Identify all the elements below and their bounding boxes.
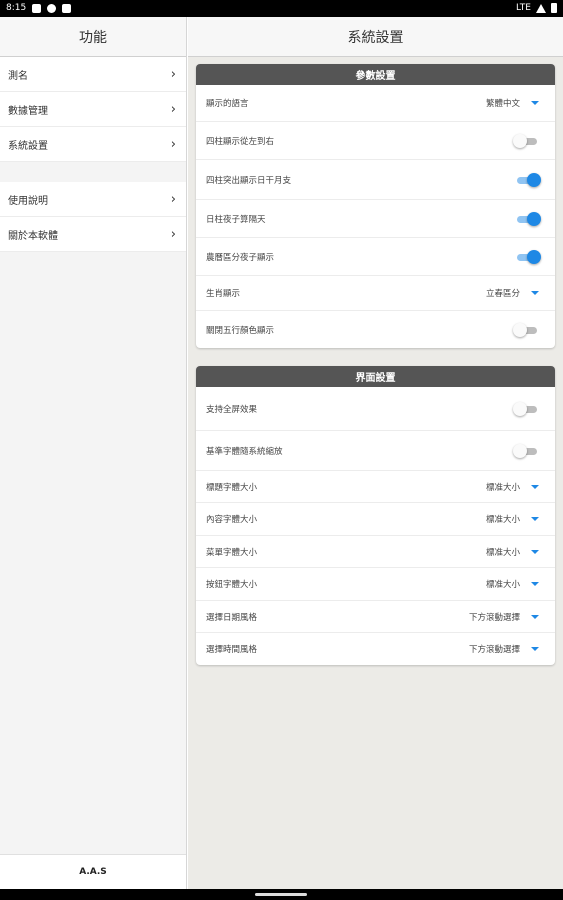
menu-divider	[0, 162, 186, 182]
menu-item-label: 系統設置	[8, 140, 48, 152]
dropdown-value: 標准大小	[485, 547, 520, 558]
ui-settings-title: 界面設置	[196, 366, 555, 387]
chevron-right-icon: ›	[170, 66, 176, 82]
chevron-right-icon: ›	[170, 136, 176, 152]
status-time: 8:15	[6, 3, 27, 13]
dropdown-value: 立春區分	[485, 289, 520, 299]
pillars-left-to-right-toggle[interactable]	[513, 133, 539, 148]
title-font-size-dropdown[interactable]: 標准大小	[486, 481, 539, 493]
content-font-size-dropdown[interactable]: 標准大小	[486, 513, 539, 525]
setting-row-disable-five-elements-color: 關閉五行顏色顯示	[196, 311, 555, 348]
setting-label: 四柱突出顯示日干月支	[206, 175, 292, 186]
app-footer-label: A.A.S	[0, 854, 186, 889]
language-dropdown[interactable]: 繁體中文	[486, 97, 539, 109]
ui-settings-card: 界面設置 支持全屏效果 基準字體隨系統縮放 標題字體大小 標准大小 內容字體大小…	[196, 366, 555, 665]
button-font-size-dropdown[interactable]: 標准大小	[486, 578, 539, 590]
setting-label: 基準字體隨系統縮放	[206, 446, 283, 457]
dropdown-caret-icon	[531, 101, 539, 105]
setting-label: 選擇時間風格	[206, 645, 258, 655]
menu-item-label: 測名	[8, 70, 28, 82]
dropdown-value: 繁體中文	[485, 99, 520, 109]
setting-row-display-language[interactable]: 顯示的語言 繁體中文	[196, 85, 555, 122]
zodiac-dropdown[interactable]: 立春區分	[486, 287, 539, 299]
setting-row-zodiac-display[interactable]: 生肖顯示 立春區分	[196, 276, 555, 311]
setting-row-fullscreen: 支持全屏效果	[196, 387, 555, 431]
setting-label: 日柱夜子算隔天	[206, 214, 266, 225]
lunar-night-zi-toggle[interactable]	[515, 249, 541, 264]
system-settings-pane: 系統設置 參數設置 顯示的語言 繁體中文 四柱顯示從左到右 四柱突出顯示日干月支…	[188, 17, 563, 889]
dropdown-caret-icon	[531, 614, 539, 619]
date-picker-style-dropdown[interactable]: 下方滾動選擇	[469, 611, 539, 623]
page-title: 系統設置	[188, 17, 563, 57]
highlight-day-month-toggle[interactable]	[515, 172, 541, 187]
menu-font-size-dropdown[interactable]: 標准大小	[486, 546, 539, 558]
menu-group-secondary: 使用說明 › 關於本軟體 ›	[0, 182, 186, 252]
menu-item-user-guide[interactable]: 使用說明 ›	[0, 182, 186, 217]
font-follow-system-toggle[interactable]	[513, 443, 539, 458]
menu-item-data-management[interactable]: 數據管理 ›	[0, 92, 186, 127]
param-settings-card: 參數設置 顯示的語言 繁體中文 四柱顯示從左到右 四柱突出顯示日干月支 日柱夜子…	[196, 64, 555, 348]
system-nav-bar	[0, 889, 563, 900]
setting-row-title-font-size[interactable]: 標題字體大小 標准大小	[196, 471, 555, 503]
function-menu-title: 功能	[0, 17, 186, 57]
dropdown-value: 標准大小	[485, 515, 520, 525]
setting-label: 農曆區分夜子顯示	[206, 252, 275, 263]
setting-label: 內容字體大小	[206, 515, 258, 525]
dropdown-value: 標准大小	[485, 580, 520, 590]
status-bar: 8:15 LTE	[0, 0, 563, 17]
menu-item-naming[interactable]: 測名 ›	[0, 57, 186, 92]
dropdown-caret-icon	[531, 549, 539, 554]
app-window: 功能 測名 › 數據管理 › 系統設置 › 使用說明 › 關於本軟體 › A.A…	[0, 17, 563, 889]
setting-label: 選擇日期風格	[206, 612, 258, 623]
setting-row-font-follow-system: 基準字體隨系統縮放	[196, 431, 555, 471]
menu-item-label: 數據管理	[8, 105, 48, 117]
setting-label: 按鈕字體大小	[206, 580, 258, 590]
time-picker-style-dropdown[interactable]: 下方滾動選擇	[469, 643, 539, 655]
dropdown-caret-icon	[531, 291, 539, 295]
setting-row-night-zi-next-day: 日柱夜子算隔天	[196, 200, 555, 238]
dropdown-caret-icon	[531, 582, 539, 586]
setting-label: 四柱顯示從左到右	[206, 136, 275, 147]
setting-label: 顯示的語言	[206, 99, 249, 109]
dropdown-value: 下方滾動選擇	[468, 612, 520, 623]
battery-icon	[551, 3, 557, 13]
chevron-right-icon: ›	[170, 191, 176, 207]
home-gesture-handle[interactable]	[255, 893, 307, 896]
chevron-right-icon: ›	[170, 226, 176, 242]
menu-group-primary: 測名 › 數據管理 › 系統設置 ›	[0, 57, 186, 162]
setting-label: 生肖顯示	[206, 289, 241, 299]
five-elements-color-toggle[interactable]	[513, 322, 539, 337]
function-menu-pane: 功能 測名 › 數據管理 › 系統設置 › 使用說明 › 關於本軟體 › A.A…	[0, 17, 187, 889]
setting-row-pillars-left-to-right: 四柱顯示從左到右	[196, 122, 555, 160]
setting-row-date-picker-style[interactable]: 選擇日期風格 下方滾動選擇	[196, 601, 555, 633]
menu-item-about[interactable]: 關於本軟體 ›	[0, 217, 186, 252]
setting-row-menu-font-size[interactable]: 菜單字體大小 標准大小	[196, 536, 555, 568]
dropdown-caret-icon	[531, 517, 539, 521]
chevron-right-icon: ›	[170, 101, 176, 117]
setting-label: 支持全屏效果	[206, 404, 258, 415]
param-settings-title: 參數設置	[196, 64, 555, 85]
setting-row-highlight-day-month: 四柱突出顯示日干月支	[196, 160, 555, 200]
signal-icon	[536, 3, 546, 13]
dropdown-caret-icon	[531, 484, 539, 489]
setting-label: 標題字體大小	[206, 482, 258, 493]
network-type: LTE	[516, 3, 531, 13]
setting-label: 菜單字體大小	[206, 547, 258, 558]
menu-item-label: 使用說明	[8, 195, 48, 207]
night-zi-next-day-toggle[interactable]	[515, 211, 541, 226]
setting-row-time-picker-style[interactable]: 選擇時間風格 下方滾動選擇	[196, 633, 555, 665]
notification-icon	[32, 3, 42, 13]
menu-item-system-settings[interactable]: 系統設置 ›	[0, 127, 186, 162]
setting-row-lunar-night-zi: 農曆區分夜子顯示	[196, 238, 555, 276]
setting-row-content-font-size[interactable]: 內容字體大小 標准大小	[196, 503, 555, 536]
dropdown-value: 標准大小	[485, 482, 520, 493]
dropdown-value: 下方滾動選擇	[468, 645, 520, 655]
app-notification-icon	[47, 3, 57, 13]
setting-label: 關閉五行顏色顯示	[206, 325, 275, 336]
fullscreen-toggle[interactable]	[513, 401, 539, 416]
menu-item-label: 關於本軟體	[8, 230, 58, 242]
storage-icon	[62, 3, 72, 13]
setting-row-button-font-size[interactable]: 按鈕字體大小 標准大小	[196, 568, 555, 601]
dropdown-caret-icon	[531, 647, 539, 651]
